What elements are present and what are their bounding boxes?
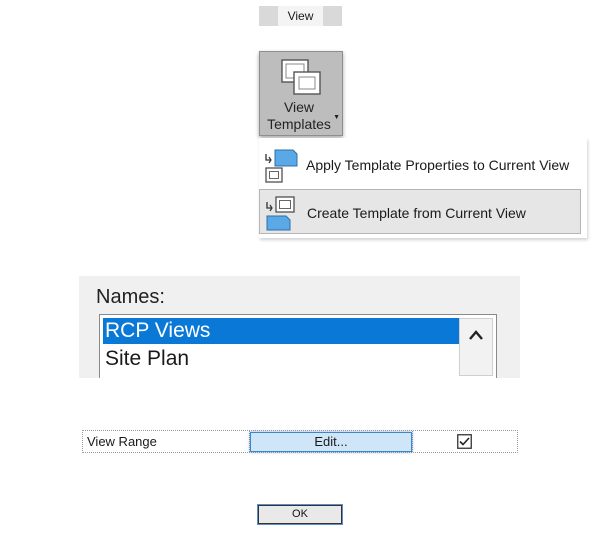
- names-listbox[interactable]: RCP Views Site Plan: [99, 314, 497, 378]
- view-range-edit-button[interactable]: Edit...: [250, 432, 412, 452]
- ok-button[interactable]: OK: [258, 505, 342, 524]
- view-range-label: View Range: [87, 434, 157, 449]
- menu-item-apply-template-label: Apply Template Properties to Current Vie…: [306, 157, 570, 173]
- view-templates-label: View Templates: [260, 99, 338, 133]
- view-templates-label-line2: Templates: [267, 116, 331, 132]
- view-templates-menu: Apply Template Properties to Current Vie…: [259, 138, 587, 238]
- create-template-icon: [266, 196, 295, 231]
- names-label: Names:: [96, 286, 165, 308]
- column-divider: [412, 431, 413, 452]
- menu-item-create-template-label: Create Template from Current View: [307, 205, 526, 221]
- include-checkbox[interactable]: [457, 434, 472, 449]
- dropdown-arrow-icon[interactable]: ▼: [333, 114, 340, 121]
- apply-template-icon: [265, 149, 298, 183]
- view-templates-icon: [281, 59, 321, 95]
- menu-item-create-template[interactable]: Create Template from Current View: [259, 189, 581, 234]
- view-templates-button[interactable]: View Templates ▼: [259, 51, 343, 136]
- chevron-up-icon: [469, 330, 483, 340]
- tab-view[interactable]: View: [259, 6, 342, 26]
- view-range-row: View Range Edit...: [82, 430, 518, 453]
- list-item-site-plan[interactable]: Site Plan: [103, 346, 459, 372]
- menu-item-apply-template[interactable]: Apply Template Properties to Current Vie…: [259, 142, 581, 186]
- tab-view-label: View: [277, 6, 324, 26]
- view-templates-label-line1: View: [283, 99, 315, 115]
- scroll-up-button[interactable]: [459, 318, 493, 376]
- list-item-rcp-views[interactable]: RCP Views: [103, 318, 459, 344]
- names-panel: Names: RCP Views Site Plan: [79, 276, 520, 378]
